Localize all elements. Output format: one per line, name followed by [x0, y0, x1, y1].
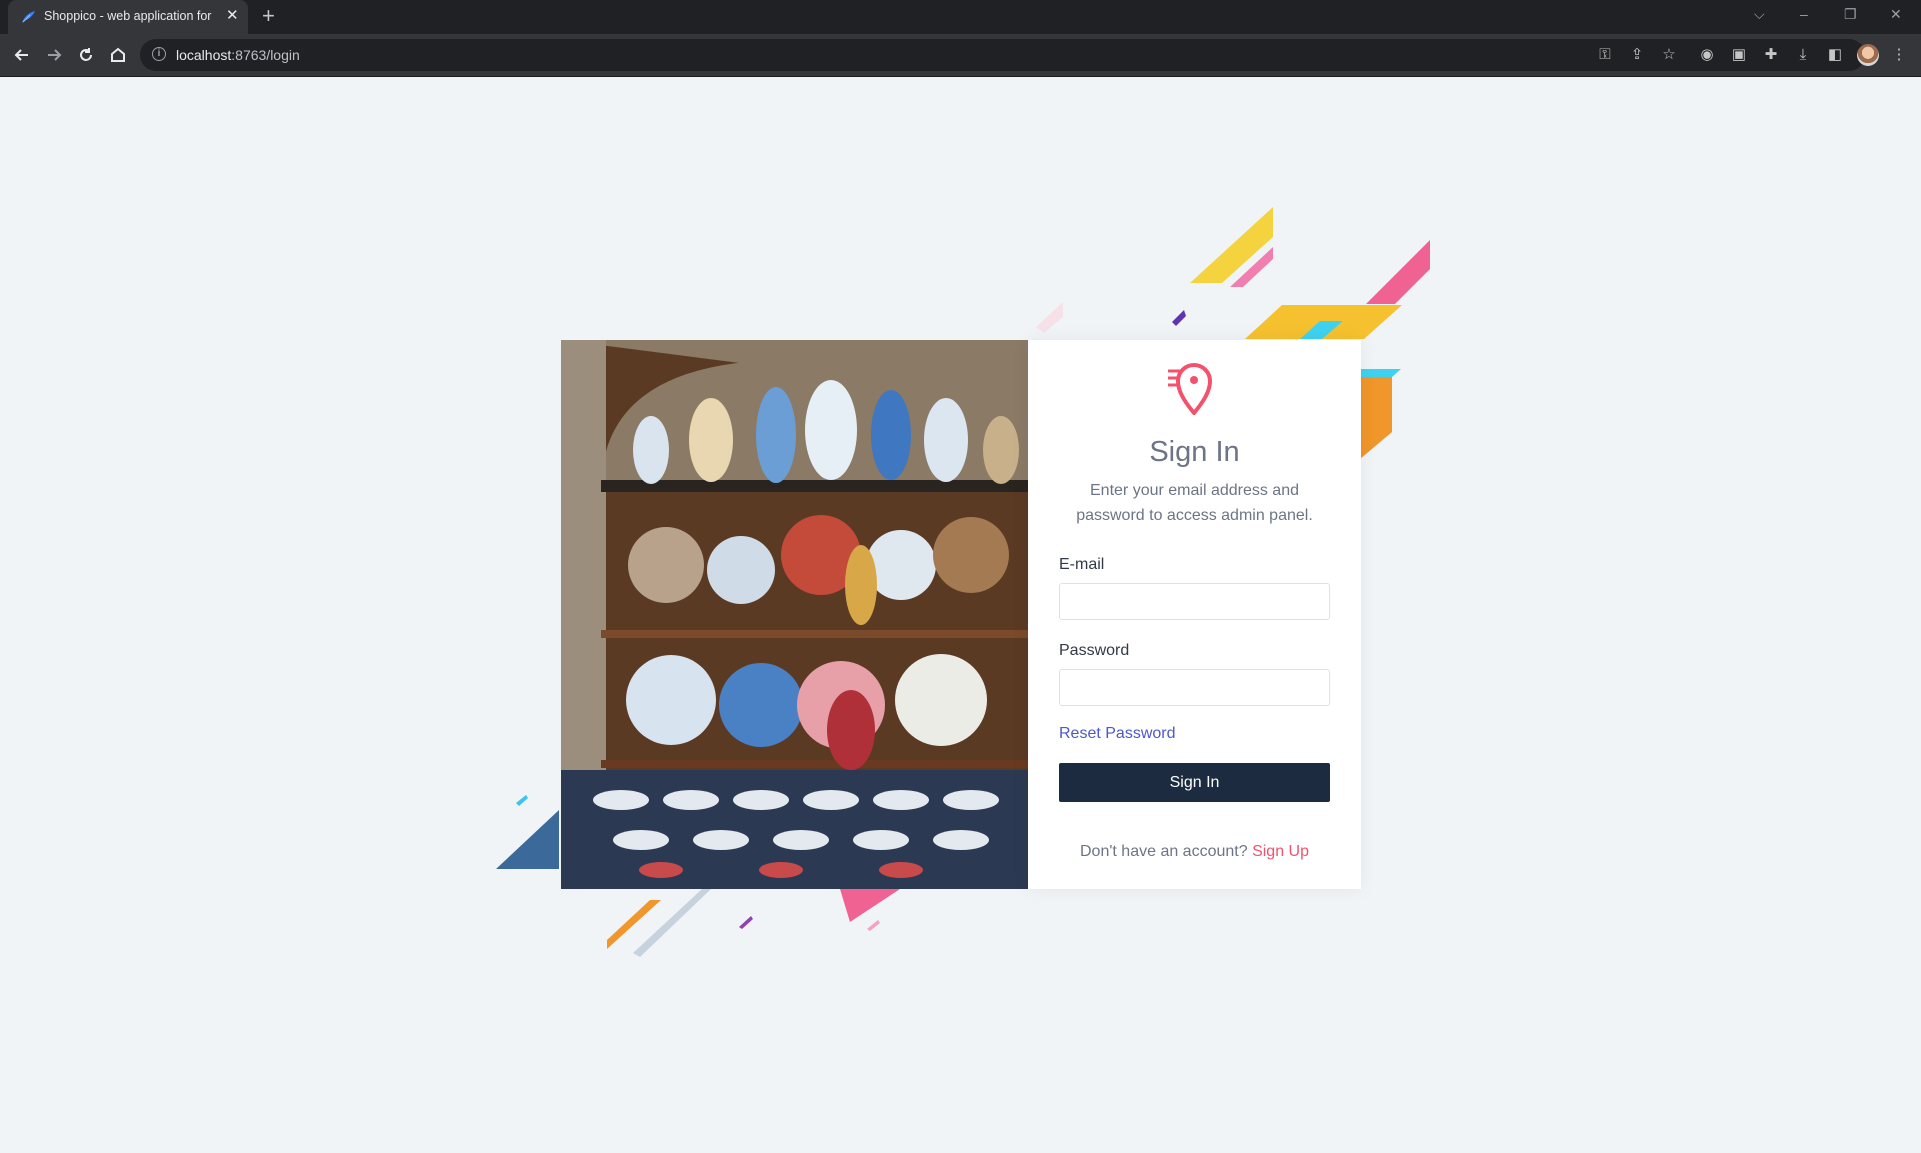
side-panel-icon[interactable]: ◧ — [1824, 44, 1846, 66]
browser-toolbar: i localhost:8763/login ⚿ ⇪ ☆ ◉ ▣ ✚ ⤓ ◧ ⋮ — [0, 34, 1921, 77]
browser-tab[interactable]: Shoppico - web application for e ✕ — [8, 0, 248, 34]
key-icon[interactable]: ⚿ — [1595, 45, 1615, 65]
password-field[interactable] — [1059, 669, 1330, 706]
signup-prompt-row: Don't have an account? Sign Up — [1028, 843, 1361, 861]
puzzle-icon[interactable]: ✚ — [1760, 44, 1782, 66]
menu-dots-icon[interactable]: ⋮ — [1888, 44, 1910, 66]
reset-password-link[interactable]: Reset Password — [1059, 725, 1176, 743]
extension-icon[interactable]: ▣ — [1728, 44, 1750, 66]
signup-prompt: Don't have an account? — [1080, 843, 1248, 860]
address-bar[interactable]: i localhost:8763/login ⚿ ⇪ ☆ — [140, 39, 1865, 71]
bookmark-star-icon[interactable]: ☆ — [1659, 45, 1679, 65]
share-icon[interactable]: ⇪ — [1627, 45, 1647, 65]
pottery-shop-photo — [561, 340, 1028, 889]
reload-icon[interactable] — [74, 43, 98, 67]
sign-up-link[interactable]: Sign Up — [1252, 843, 1309, 860]
tab-title: Shoppico - web application for e — [44, 9, 214, 23]
new-tab-icon[interactable]: + — [262, 5, 275, 27]
feather-favicon-icon — [22, 11, 35, 23]
login-page: Sign In Enter your email address and pas… — [0, 77, 1921, 1153]
download-icon[interactable]: ⤓ — [1792, 44, 1814, 66]
password-label: Password — [1059, 642, 1130, 659]
sign-in-card: Sign In Enter your email address and pas… — [1028, 340, 1361, 889]
url-text[interactable]: localhost:8763/login — [176, 47, 300, 63]
map-pin-icon — [1168, 363, 1213, 415]
restore-icon[interactable]: ❐ — [1844, 6, 1857, 23]
minimize-icon[interactable]: – — [1800, 6, 1808, 22]
email-label: E-mail — [1059, 556, 1105, 573]
site-info-icon[interactable]: i — [152, 47, 166, 61]
back-arrow-icon[interactable] — [10, 43, 34, 67]
subtitle-line-1: Enter your email address and — [1090, 482, 1299, 499]
tab-close-icon[interactable]: ✕ — [226, 8, 239, 24]
sign-in-button[interactable]: Sign In — [1059, 763, 1330, 802]
tab-search-icon[interactable]: ⌵ — [1754, 6, 1765, 23]
forward-arrow-icon[interactable] — [42, 43, 66, 67]
camera-extension-icon[interactable]: ◉ — [1696, 44, 1718, 66]
page-subtitle: Enter your email address and password to… — [1058, 478, 1331, 528]
email-field[interactable] — [1059, 583, 1330, 620]
subtitle-line-2: password to access admin panel. — [1076, 507, 1313, 524]
window-close-icon[interactable]: ✕ — [1890, 6, 1902, 23]
profile-avatar[interactable] — [1857, 44, 1879, 66]
page-title: Sign In — [1149, 436, 1240, 468]
browser-tab-bar: Shoppico - web application for e ✕ + ⌵ –… — [0, 0, 1921, 34]
home-icon[interactable] — [106, 43, 130, 67]
